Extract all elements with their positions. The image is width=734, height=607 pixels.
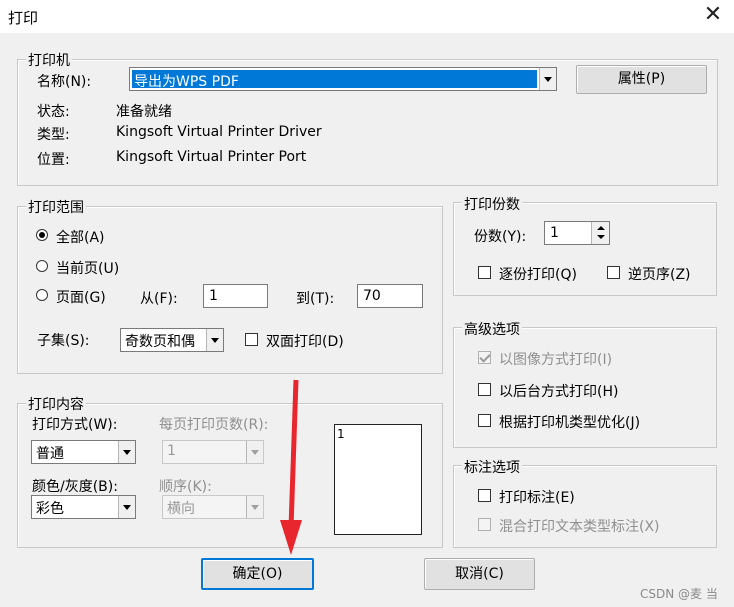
print-content-legend: 打印内容 bbox=[26, 394, 86, 414]
copies-spinner[interactable] bbox=[591, 222, 609, 244]
mixed-annotations-label: 混合打印文本类型标注(X) bbox=[499, 519, 660, 535]
order-value: 横向 bbox=[167, 501, 195, 517]
from-label: 从(F): bbox=[140, 291, 178, 307]
type-value: Kingsoft Virtual Printer Driver bbox=[116, 124, 322, 140]
location-value: Kingsoft Virtual Printer Port bbox=[116, 149, 307, 165]
print-annotations-label: 打印标注(E) bbox=[499, 490, 575, 506]
from-input[interactable]: 1 bbox=[203, 284, 268, 308]
preview-page-number: 1 bbox=[337, 427, 345, 441]
reverse-order-checkbox[interactable] bbox=[607, 266, 620, 279]
title-bar bbox=[0, 0, 734, 33]
pages-per-sheet-label: 每页打印页数(R): bbox=[159, 417, 269, 433]
spin-up-icon[interactable] bbox=[597, 226, 605, 230]
type-label: 类型: bbox=[37, 127, 70, 143]
print-mode-label: 打印方式(W): bbox=[32, 417, 118, 433]
status-label: 状态: bbox=[37, 104, 70, 120]
radio-all[interactable] bbox=[36, 229, 48, 241]
printer-name-label: 名称(N): bbox=[37, 74, 92, 90]
to-input[interactable]: 70 bbox=[357, 284, 423, 308]
printer-name-select[interactable]: 导出为WPS PDF bbox=[129, 67, 557, 91]
image-mode-label: 以图像方式打印(I) bbox=[499, 352, 613, 368]
mixed-annotations-checkbox[interactable] bbox=[478, 518, 491, 531]
copies-legend: 打印份数 bbox=[462, 194, 522, 214]
order-select[interactable]: 横向 bbox=[162, 495, 264, 519]
order-label: 顺序(K): bbox=[159, 479, 212, 495]
properties-button[interactable]: 属性(P) bbox=[576, 65, 707, 94]
pages-per-sheet-select[interactable]: 1 bbox=[162, 440, 264, 464]
annotation-legend: 标注选项 bbox=[462, 457, 522, 477]
print-annotations-checkbox[interactable] bbox=[478, 489, 491, 502]
chevron-down-icon[interactable] bbox=[539, 68, 556, 90]
radio-pages-label: 页面(G) bbox=[56, 290, 106, 306]
color-select[interactable]: 彩色 bbox=[31, 495, 136, 519]
print-mode-select[interactable]: 普通 bbox=[31, 440, 136, 464]
radio-current-page-label: 当前页(U) bbox=[56, 261, 120, 277]
chevron-down-icon[interactable] bbox=[246, 496, 263, 518]
duplex-label: 双面打印(D) bbox=[266, 334, 344, 350]
background-print-label: 以后台方式打印(H) bbox=[499, 384, 619, 400]
chevron-down-icon[interactable] bbox=[246, 441, 263, 463]
print-mode-value: 普通 bbox=[36, 446, 64, 462]
printer-legend: 打印机 bbox=[26, 50, 72, 70]
annotation-arrow-icon bbox=[280, 379, 302, 555]
collate-checkbox[interactable] bbox=[478, 266, 491, 279]
subset-value: 奇数页和偶 bbox=[125, 334, 195, 350]
collate-label: 逐份打印(Q) bbox=[499, 267, 577, 283]
optimize-checkbox[interactable] bbox=[478, 414, 491, 427]
reverse-order-label: 逆页序(Z) bbox=[628, 267, 691, 283]
cancel-button[interactable]: 取消(C) bbox=[424, 558, 535, 590]
color-label: 颜色/灰度(B): bbox=[32, 479, 118, 495]
location-label: 位置: bbox=[37, 152, 70, 168]
window-title: 打印 bbox=[8, 9, 39, 27]
copies-count-label: 份数(Y): bbox=[474, 229, 527, 245]
radio-current-page[interactable] bbox=[36, 260, 48, 272]
ok-button[interactable]: 确定(O) bbox=[201, 558, 314, 590]
print-range-legend: 打印范围 bbox=[26, 197, 86, 217]
advanced-legend: 高级选项 bbox=[462, 319, 522, 339]
duplex-checkbox[interactable] bbox=[245, 333, 258, 346]
subset-label: 子集(S): bbox=[37, 333, 90, 349]
chevron-down-icon[interactable] bbox=[118, 441, 135, 463]
spin-down-icon[interactable] bbox=[597, 235, 605, 239]
chevron-down-icon[interactable] bbox=[206, 329, 223, 351]
printer-name-value: 导出为WPS PDF bbox=[134, 74, 239, 90]
subset-select[interactable]: 奇数页和偶 bbox=[120, 328, 224, 352]
optimize-label: 根据打印机类型优化(J) bbox=[499, 415, 641, 431]
background-print-checkbox[interactable] bbox=[478, 383, 491, 396]
close-icon[interactable]: ✕ bbox=[700, 2, 726, 28]
image-mode-checkbox[interactable] bbox=[478, 351, 491, 364]
copies-count-value: 1 bbox=[550, 225, 559, 241]
pages-per-sheet-value: 1 bbox=[167, 443, 176, 459]
radio-pages[interactable] bbox=[36, 289, 48, 301]
status-value: 准备就绪 bbox=[116, 104, 172, 120]
to-label: 到(T): bbox=[296, 291, 335, 307]
radio-all-label: 全部(A) bbox=[56, 230, 105, 246]
chevron-down-icon[interactable] bbox=[118, 496, 135, 518]
watermark-text: CSDN @麦 当 bbox=[640, 587, 718, 601]
copies-count-input[interactable]: 1 bbox=[544, 221, 610, 245]
color-value: 彩色 bbox=[36, 501, 64, 517]
page-preview: 1 bbox=[334, 424, 422, 535]
